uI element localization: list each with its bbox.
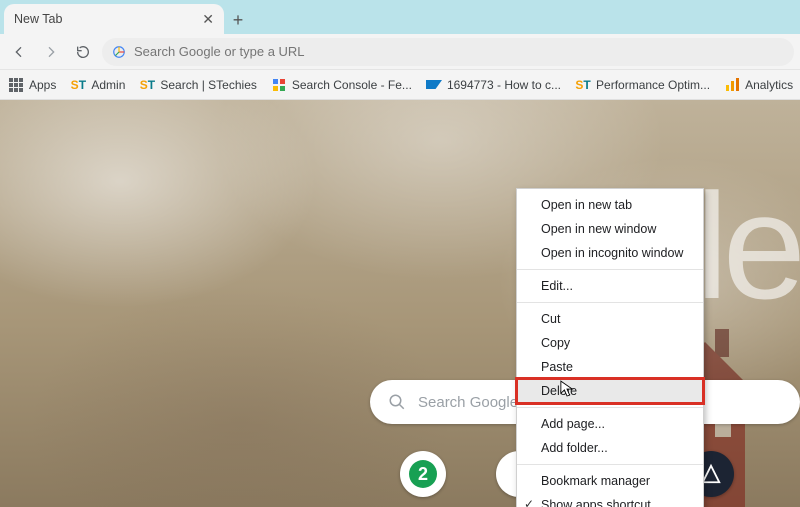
badge-2-icon: 2 xyxy=(409,460,437,488)
shortcut-1[interactable]: 2 xyxy=(400,451,446,497)
address-bar[interactable] xyxy=(102,38,794,66)
ctx-paste[interactable]: Paste xyxy=(517,355,703,379)
bookmark-performance[interactable]: ST Performance Optim... xyxy=(575,77,710,93)
omnibox-input[interactable] xyxy=(134,44,784,59)
ntp-search-placeholder: Search Google xyxy=(418,394,518,411)
analytics-favicon-icon xyxy=(724,77,740,93)
bookmark-admin[interactable]: ST Admin xyxy=(70,77,125,93)
apps-label: Apps xyxy=(29,78,56,92)
google-g-icon xyxy=(112,45,126,59)
ctx-delete[interactable]: Delete xyxy=(517,379,703,403)
separator xyxy=(517,464,703,465)
bookmark-label: Performance Optim... xyxy=(596,78,710,92)
reload-button[interactable] xyxy=(70,39,96,65)
reload-icon xyxy=(75,44,91,60)
bookmarks-bar: Apps ST Admin ST Search | STechies Searc… xyxy=(0,70,800,100)
ctx-bookmark-manager[interactable]: Bookmark manager xyxy=(517,469,703,493)
ctx-add-page[interactable]: Add page... xyxy=(517,412,703,436)
bookmark-label: Analytics xyxy=(745,78,793,92)
bookmark-analytics[interactable]: Analytics xyxy=(724,77,793,93)
ctx-cut[interactable]: Cut xyxy=(517,307,703,331)
bookmark-label: 1694773 - How to c... xyxy=(447,78,561,92)
tab-strip: New Tab ✕ + xyxy=(0,0,800,34)
forward-button[interactable] xyxy=(38,39,64,65)
bookmark-context-menu: Open in new tab Open in new window Open … xyxy=(516,188,704,507)
new-tab-page: le Search Google 2 ST Open in new tab Op… xyxy=(0,100,800,507)
ctx-open-incognito[interactable]: Open in incognito window xyxy=(517,241,703,265)
new-tab-button[interactable]: + xyxy=(224,6,252,34)
bookmark-label: Search Console - Fe... xyxy=(292,78,412,92)
separator xyxy=(517,407,703,408)
apps-button[interactable]: Apps xyxy=(8,77,56,93)
st-favicon-icon: ST xyxy=(139,77,155,93)
separator xyxy=(517,269,703,270)
bookmark-label: Admin xyxy=(91,78,125,92)
ctx-open-new-tab[interactable]: Open in new tab xyxy=(517,193,703,217)
separator xyxy=(517,302,703,303)
ctx-copy[interactable]: Copy xyxy=(517,331,703,355)
arrow-left-icon xyxy=(11,44,27,60)
arrow-right-icon xyxy=(43,44,59,60)
st-favicon-icon: ST xyxy=(70,77,86,93)
tab-title: New Tab xyxy=(14,12,62,26)
google-logo-fragment: le xyxy=(695,160,800,333)
sap-favicon-icon xyxy=(426,77,442,93)
st-favicon-icon: ST xyxy=(575,77,591,93)
browser-toolbar xyxy=(0,34,800,70)
back-button[interactable] xyxy=(6,39,32,65)
bookmark-search-console[interactable]: Search Console - Fe... xyxy=(271,77,412,93)
apps-grid-icon xyxy=(8,77,24,93)
mouse-cursor-icon xyxy=(560,380,574,398)
bookmark-search-stechies[interactable]: ST Search | STechies xyxy=(139,77,257,93)
ctx-add-folder[interactable]: Add folder... xyxy=(517,436,703,460)
ctx-show-apps[interactable]: Show apps shortcut xyxy=(517,493,703,507)
bookmark-label: Search | STechies xyxy=(160,78,257,92)
bookmark-sap-note[interactable]: 1694773 - How to c... xyxy=(426,77,561,93)
ctx-edit[interactable]: Edit... xyxy=(517,274,703,298)
close-tab-icon[interactable]: ✕ xyxy=(202,11,214,28)
gsc-favicon-icon xyxy=(271,77,287,93)
browser-tab[interactable]: New Tab ✕ xyxy=(4,4,224,34)
ctx-open-new-window[interactable]: Open in new window xyxy=(517,217,703,241)
search-icon xyxy=(388,393,406,411)
